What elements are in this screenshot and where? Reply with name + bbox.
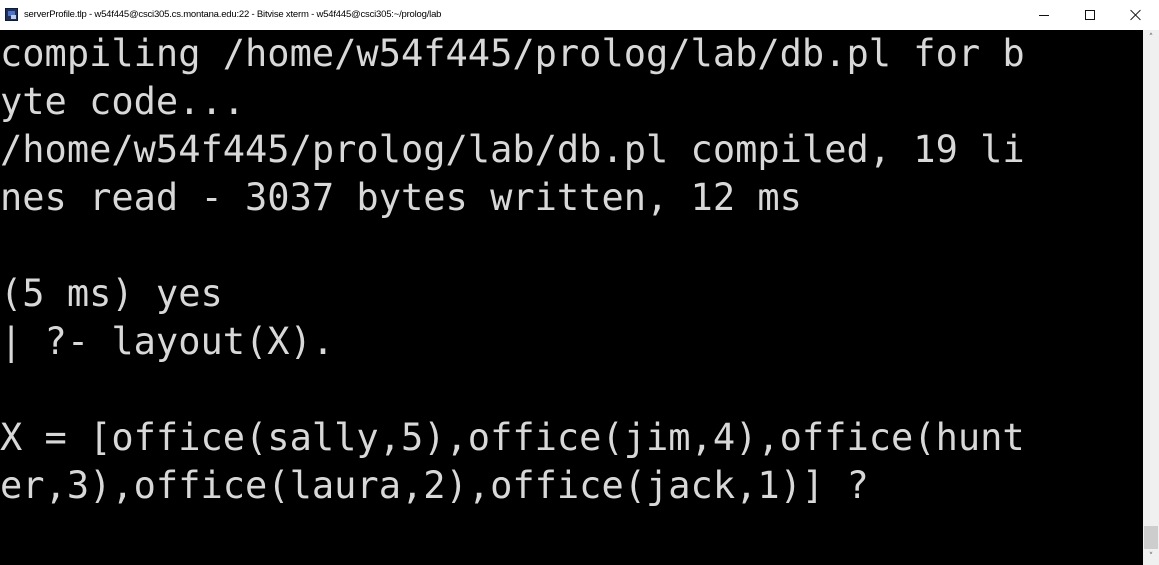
terminal-line: /home/w54f445/prolog/lab/db.pl compiled,… <box>0 128 1025 171</box>
scroll-thumb[interactable] <box>1144 526 1158 549</box>
scroll-track[interactable] <box>1143 46 1159 549</box>
terminal-output[interactable]: compiling /home/w54f445/prolog/lab/db.pl… <box>0 30 1143 565</box>
close-button[interactable] <box>1113 0 1159 30</box>
bitvise-terminal-icon[interactable] <box>5 8 18 21</box>
maximize-button[interactable] <box>1067 0 1113 30</box>
maximize-icon <box>1085 10 1095 20</box>
terminal-line: X = [office(sally,5),office(jim,4),offic… <box>0 416 1025 459</box>
scroll-down-arrow-icon[interactable]: ˅ <box>1143 549 1159 565</box>
terminal-line: yte code... <box>0 80 246 123</box>
terminal-line: (5 ms) yes <box>0 272 223 315</box>
terminal-window: serverProfile.tlp - w54f445@csci305.cs.m… <box>0 0 1159 565</box>
title-bar[interactable]: serverProfile.tlp - w54f445@csci305.cs.m… <box>0 0 1159 30</box>
window-title: serverProfile.tlp - w54f445@csci305.cs.m… <box>24 9 442 20</box>
close-icon <box>1130 9 1142 21</box>
terminal-line: er,3),office(laura,2),office(jack,1)] ? <box>0 464 869 507</box>
terminal-line: compiling /home/w54f445/prolog/lab/db.pl… <box>0 32 1025 75</box>
terminal-line: nes read - 3037 bytes written, 12 ms <box>0 176 802 219</box>
scroll-up-arrow-icon[interactable]: ˄ <box>1143 30 1159 46</box>
vertical-scrollbar[interactable]: ˄ ˅ <box>1143 30 1159 565</box>
terminal-prompt-line: | ?- layout(X). <box>0 320 335 363</box>
minimize-icon <box>1039 15 1049 16</box>
minimize-button[interactable] <box>1021 0 1067 30</box>
